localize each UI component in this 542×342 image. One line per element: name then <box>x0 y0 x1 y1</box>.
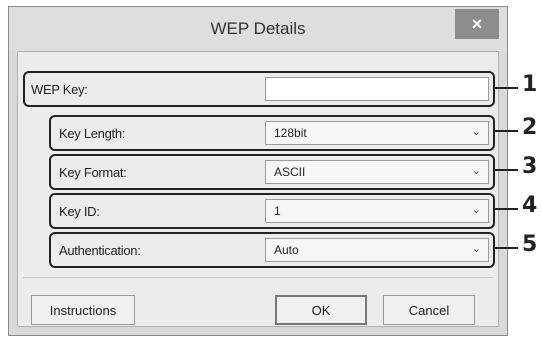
authentication-value: Auto <box>274 243 299 257</box>
chevron-down-icon: ⌄ <box>471 165 481 177</box>
key-id-row: Key ID: 1 ⌄ <box>49 193 495 229</box>
key-format-select[interactable]: ASCII ⌄ <box>265 160 489 184</box>
instructions-button[interactable]: Instructions <box>31 295 135 325</box>
cancel-button[interactable]: Cancel <box>383 295 475 325</box>
dialog-title: WEP Details <box>210 19 306 38</box>
key-format-label: Key Format: <box>59 165 127 180</box>
callout-number-1: 1 <box>522 72 538 97</box>
wep-key-row: WEP Key: <box>23 71 495 107</box>
separator <box>23 277 493 278</box>
authentication-label: Authentication: <box>59 243 141 258</box>
key-format-row: Key Format: ASCII ⌄ <box>49 154 495 190</box>
wep-key-input[interactable] <box>265 77 489 101</box>
key-length-label: Key Length: <box>59 126 126 141</box>
key-format-value: ASCII <box>274 165 306 179</box>
callout-number-2: 2 <box>522 115 538 140</box>
key-id-value: 1 <box>274 204 281 218</box>
authentication-row: Authentication: Auto ⌄ <box>49 232 495 268</box>
callout-line-4 <box>494 208 518 210</box>
key-length-value: 128bit <box>274 126 307 140</box>
wep-details-dialog: WEP Details × WEP Key: Key Length: 128bi… <box>8 6 508 336</box>
callout-line-3 <box>494 169 518 171</box>
callout-line-1 <box>494 87 518 89</box>
key-length-row: Key Length: 128bit ⌄ <box>49 115 495 151</box>
chevron-down-icon: ⌄ <box>471 204 481 216</box>
callout-number-4: 4 <box>522 193 538 218</box>
callout-number-5: 5 <box>522 232 538 257</box>
authentication-select[interactable]: Auto ⌄ <box>265 238 489 262</box>
close-button[interactable]: × <box>455 9 499 39</box>
key-id-label: Key ID: <box>59 204 100 219</box>
key-id-select[interactable]: 1 ⌄ <box>265 199 489 223</box>
title-bar: WEP Details × <box>9 7 507 51</box>
key-length-select[interactable]: 128bit ⌄ <box>265 121 489 145</box>
chevron-down-icon: ⌄ <box>471 243 481 255</box>
callout-number-3: 3 <box>522 154 538 179</box>
close-icon: × <box>471 13 483 34</box>
chevron-down-icon: ⌄ <box>471 126 481 138</box>
callout-line-5 <box>494 247 518 249</box>
wep-key-label: WEP Key: <box>31 82 88 97</box>
ok-button[interactable]: OK <box>275 295 367 325</box>
callout-line-2 <box>494 130 518 132</box>
